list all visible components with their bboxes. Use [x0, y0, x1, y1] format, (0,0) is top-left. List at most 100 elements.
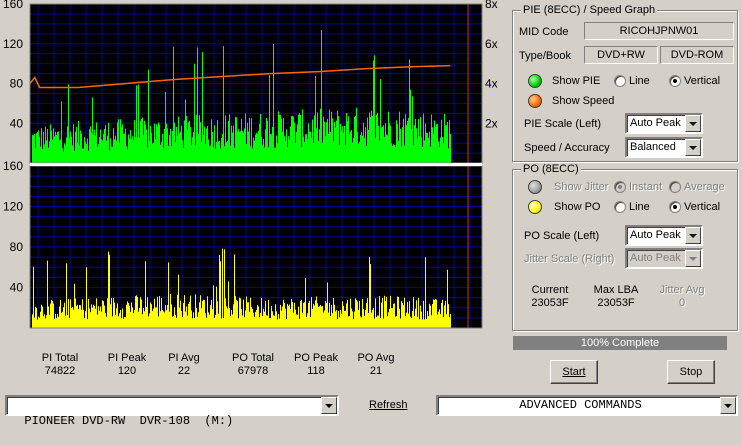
stat-label: PO Avg	[357, 352, 395, 364]
speed-accuracy-value: Balanced	[630, 141, 676, 153]
stat-value: 118	[307, 365, 325, 377]
pie-po-graph: 160 120 80 40 8x 6x 4x 2x 160 120 80 40 1GB 2GB 3GB 4GB	[3, 0, 498, 345]
jitter-avg: Jitter Avg 0	[652, 284, 712, 310]
start-button-label: Start	[562, 366, 586, 378]
chevron-down-icon[interactable]	[685, 227, 701, 244]
speed-tick: 8x	[485, 0, 498, 11]
po-y-tick: 80	[10, 240, 24, 254]
po-group-title: PO (8ECC)	[521, 163, 581, 175]
book-type-value: DVD-ROM	[660, 46, 734, 64]
jitter-average-label: Average	[684, 181, 725, 193]
current-lba: Current 23053F	[520, 284, 580, 310]
stat-value: 22	[177, 365, 191, 377]
po-y-tick: 120	[3, 200, 23, 214]
show-jitter-label: Show Jitter	[554, 181, 609, 193]
jitter-scale-label: Jitter Scale (Right)	[524, 253, 615, 265]
stat-po-peak: PO Peak 118	[286, 352, 346, 378]
pie-vertical-label[interactable]: Vertical	[684, 75, 720, 87]
jitter-instant-radio	[614, 181, 626, 193]
jitter-avg-value: 0	[678, 297, 686, 309]
jitter-scale-select: Auto Peak	[625, 248, 703, 269]
po-vertical-radio[interactable]	[669, 201, 681, 213]
current-lba-value: 23053F	[531, 297, 569, 309]
po-color-icon	[528, 200, 542, 214]
po-y-tick: 40	[10, 281, 24, 295]
stat-value: 21	[369, 365, 383, 377]
pie-color-icon	[528, 74, 542, 88]
stat-value: 120	[117, 365, 137, 377]
stat-label: PI Peak	[107, 352, 147, 364]
po-line-label[interactable]: Line	[629, 201, 650, 213]
start-button[interactable]: Start	[550, 360, 598, 384]
stat-value: 67978	[237, 365, 269, 377]
stat-value: 74822	[44, 365, 76, 377]
pie-y-tick: 160	[3, 0, 23, 11]
jitter-average-radio	[669, 181, 681, 193]
jitter-scale-value: Auto Peak	[630, 252, 681, 264]
pie-line-radio[interactable]	[614, 75, 626, 87]
pie-line-label[interactable]: Line	[629, 75, 650, 87]
jitter-avg-label: Jitter Avg	[659, 284, 705, 296]
x-tick: 3GB	[307, 331, 331, 332]
po-scale-value: Auto Peak	[630, 229, 681, 241]
stop-button-label: Stop	[679, 366, 703, 378]
pie-y-tick: 40	[10, 116, 24, 130]
drive-select[interactable]: PIONEER DVD-RW DVR-108 (M:)	[5, 395, 339, 428]
stat-po-total: PO Total 67978	[223, 352, 283, 378]
speed-tick: 2x	[485, 116, 498, 130]
refresh-link[interactable]: Refresh	[369, 399, 408, 411]
commands-select[interactable]: ADVANCED COMMANDS	[436, 395, 738, 416]
x-tick: 4GB	[403, 331, 427, 332]
chevron-down-icon[interactable]	[685, 115, 701, 132]
po-vertical-label[interactable]: Vertical	[684, 201, 720, 213]
show-pie-label[interactable]: Show PIE	[552, 75, 600, 87]
current-lba-label: Current	[531, 284, 569, 296]
po-line-radio[interactable]	[614, 201, 626, 213]
pie-scale-value: Auto Peak	[630, 117, 681, 129]
commands-value: ADVANCED COMMANDS	[519, 398, 642, 412]
mid-code-label: MID Code	[519, 26, 569, 38]
pie-scale-select[interactable]: Auto Peak	[625, 113, 703, 134]
panel-divider	[30, 163, 482, 166]
chevron-down-icon	[685, 250, 701, 267]
po-scale-select[interactable]: Auto Peak	[625, 225, 703, 246]
speed-tick: 4x	[485, 77, 498, 91]
x-tick: 2GB	[210, 331, 234, 332]
chevron-down-icon[interactable]	[685, 139, 701, 156]
pie-scale-label: PIE Scale (Left)	[524, 118, 602, 130]
max-lba: Max LBA 23053F	[586, 284, 646, 310]
stat-label: PO Total	[232, 352, 274, 364]
stop-button[interactable]: Stop	[667, 360, 715, 384]
pie-vertical-radio[interactable]	[669, 75, 681, 87]
stat-pi-avg: PI Avg 22	[154, 352, 214, 378]
chevron-down-icon[interactable]	[321, 397, 337, 414]
stat-pi-total: PI Total 74822	[30, 352, 90, 378]
max-lba-label: Max LBA	[593, 284, 639, 296]
pie-y-tick: 120	[3, 37, 23, 51]
speed-tick: 6x	[485, 37, 498, 51]
graph-area: 160 120 80 40 8x 6x 4x 2x 160 120 80 40 1GB 2GB 3GB 4GB	[0, 0, 510, 345]
progress-bar: 100% Complete	[513, 336, 727, 350]
stat-label: PI Total	[41, 352, 79, 364]
po-scale-label: PO Scale (Left)	[524, 230, 600, 242]
max-lba-value: 23053F	[597, 297, 635, 309]
jitter-instant-label: Instant	[629, 181, 663, 193]
pie-y-tick: 80	[10, 77, 24, 91]
stat-po-avg: PO Avg 21	[346, 352, 406, 378]
show-speed-label[interactable]: Show Speed	[552, 95, 614, 107]
jitter-color-icon	[528, 180, 542, 194]
speed-accuracy-select[interactable]: Balanced	[625, 137, 703, 158]
x-tick: 1GB	[114, 331, 138, 332]
pie-group-title: PIE (8ECC) / Speed Graph	[521, 4, 658, 16]
chevron-down-icon[interactable]	[720, 397, 736, 414]
disc-type-value: DVD+RW	[584, 46, 658, 64]
drive-value: PIONEER DVD-RW DVR-108 (M:)	[24, 414, 234, 428]
po-y-tick: 160	[3, 159, 23, 173]
stat-label: PI Avg	[168, 352, 200, 364]
stat-pi-peak: PI Peak 120	[97, 352, 157, 378]
speed-color-icon	[528, 94, 542, 108]
speed-accuracy-label: Speed / Accuracy	[524, 142, 610, 154]
mid-code-value: RICOHJPNW01	[584, 22, 734, 40]
stat-label: PO Peak	[293, 352, 339, 364]
show-po-label[interactable]: Show PO	[554, 201, 600, 213]
